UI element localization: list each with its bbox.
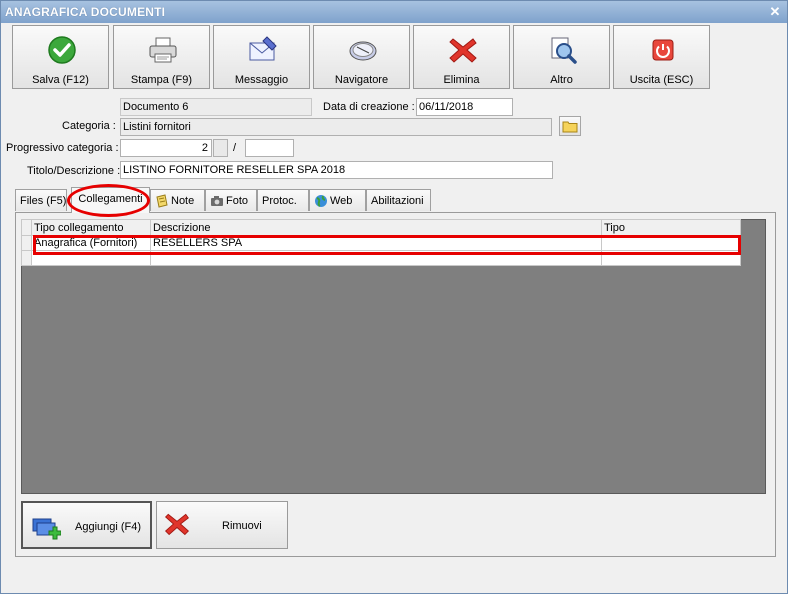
save-label: Salva (F12) [32, 74, 89, 86]
tab-label: Foto [226, 195, 249, 208]
message-label: Messaggio [234, 74, 289, 86]
column-header[interactable]: Tipo [601, 219, 741, 236]
document-window: ANAGRAFICA DOCUMENTI ✕ Salva (F12) Stamp… [0, 0, 788, 594]
tab-label: Abilitazioni [371, 195, 424, 208]
category-field: Listini fornitori [120, 118, 552, 136]
creation-date-field[interactable]: 06/11/2018 [416, 98, 513, 116]
progressive-separator: / [233, 142, 237, 154]
tab-note[interactable]: Note [150, 189, 205, 211]
message-button[interactable]: Messaggio [213, 25, 310, 89]
title-bar: ANAGRAFICA DOCUMENTI ✕ [1, 1, 787, 23]
delete-x-icon [449, 38, 477, 63]
folder-icon [562, 121, 578, 133]
print-button[interactable]: Stampa (F9) [113, 25, 210, 89]
row-indicator [21, 250, 32, 266]
globe-icon [315, 195, 327, 208]
print-label: Stampa (F9) [130, 74, 193, 86]
delete-x-icon [164, 513, 190, 536]
camera-icon [211, 196, 223, 207]
notes-icon [156, 194, 168, 208]
envelope-icon [249, 36, 277, 61]
tab-foto[interactable]: Foto [205, 189, 257, 211]
tab-label: Protoc. [262, 195, 297, 208]
power-icon [652, 39, 674, 61]
progressive-spinner[interactable] [213, 139, 228, 157]
tab-label: Files (F5) [20, 195, 67, 208]
add-button[interactable]: Aggiungi (F4) [21, 501, 152, 549]
tab-web[interactable]: Web [309, 189, 366, 211]
close-icon[interactable]: ✕ [767, 4, 783, 20]
delete-label: Elimina [443, 74, 480, 86]
highlight-oval [67, 184, 150, 217]
remove-label: Rimuovi [222, 520, 262, 532]
title-field[interactable]: LISTINO FORNITORE RESELLER SPA 2018 [120, 161, 553, 179]
navigator-button[interactable]: Navigatore [313, 25, 410, 89]
tab-files[interactable]: Files (F5) [15, 189, 67, 211]
navigator-label: Navigatore [334, 74, 389, 86]
printer-icon [149, 37, 177, 63]
title-label: Titolo/Descrizione : [27, 165, 121, 177]
delete-button[interactable]: Elimina [413, 25, 510, 89]
add-link-icon [32, 518, 61, 540]
tab-label: Note [171, 195, 195, 208]
column-header[interactable]: Tipo collegamento [31, 219, 151, 236]
column-header[interactable]: Descrizione [150, 219, 602, 236]
progressive-field[interactable]: 2 [120, 139, 212, 157]
tab-abilitazioni[interactable]: Abilitazioni [366, 189, 431, 211]
other-button[interactable]: Altro [513, 25, 610, 89]
exit-label: Uscita (ESC) [629, 74, 694, 86]
save-button[interactable]: Salva (F12) [12, 25, 109, 89]
progressive-label: Progressivo categoria : [6, 142, 119, 154]
remove-button[interactable]: Rimuovi [156, 501, 288, 549]
compass-icon [349, 41, 377, 61]
category-label: Categoria : [62, 120, 116, 132]
row-indicator [21, 235, 32, 251]
progressive-total-field[interactable] [245, 139, 294, 157]
exit-button[interactable]: Uscita (ESC) [613, 25, 710, 89]
category-browse-button[interactable] [559, 116, 581, 136]
document-name-field: Documento 6 [120, 98, 312, 116]
tab-protoc[interactable]: Protoc. [257, 189, 309, 211]
window-title: ANAGRAFICA DOCUMENTI [5, 5, 166, 19]
table-header-row: Tipo collegamento Descrizione Tipo [21, 219, 741, 236]
tab-label: Web [330, 195, 353, 208]
row-indicator-header [21, 219, 32, 236]
search-doc-icon [551, 37, 577, 64]
highlight-rectangle [33, 235, 741, 255]
other-label: Altro [550, 74, 573, 86]
add-label: Aggiungi (F4) [75, 521, 142, 533]
checkmark-icon [48, 36, 76, 64]
creation-date-label: Data di creazione : [323, 101, 415, 113]
